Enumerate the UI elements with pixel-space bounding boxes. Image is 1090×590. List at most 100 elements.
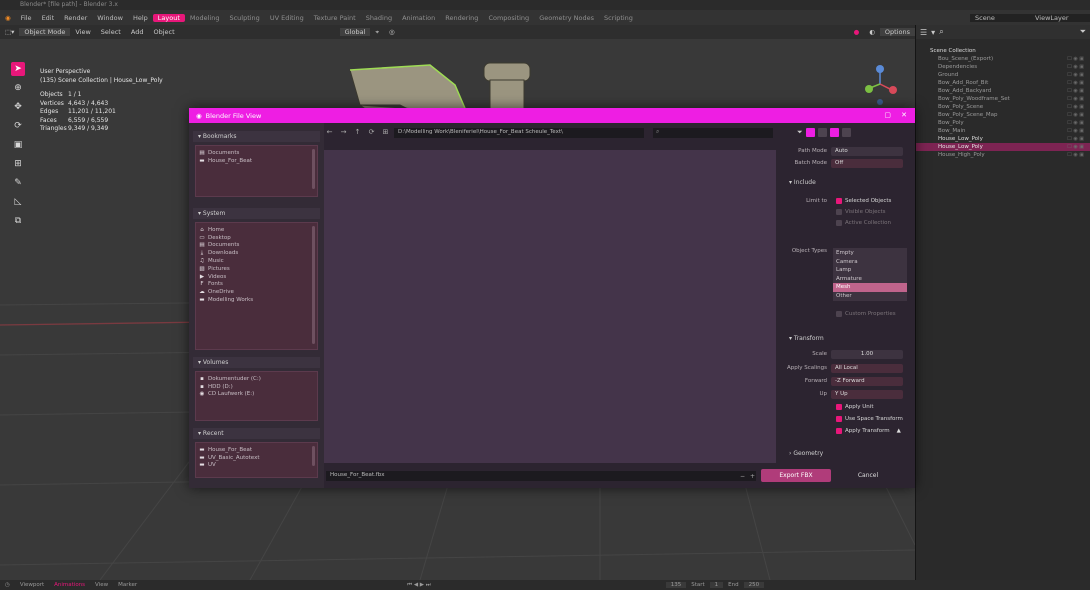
annotate-tool-icon[interactable]: ✎ bbox=[11, 176, 25, 190]
filter-icon[interactable]: ⏷ bbox=[1080, 27, 1086, 37]
decrement-icon[interactable]: − bbox=[740, 473, 745, 480]
outliner-item[interactable]: Bow_Poly_Scene ☐ ◉ ▣ bbox=[916, 103, 1090, 111]
timeline-menu-marker[interactable]: Marker bbox=[113, 582, 142, 588]
batch-mode-select[interactable]: Off bbox=[831, 158, 903, 168]
visibility-icon[interactable]: ☐ ◉ ▣ bbox=[1067, 88, 1084, 94]
back-icon[interactable]: ← bbox=[324, 128, 335, 138]
include-section-header[interactable]: ▾ Include bbox=[789, 179, 816, 186]
editor-type-icon[interactable]: ⬚▾ bbox=[0, 28, 19, 36]
parent-dir-icon[interactable]: ↑ bbox=[352, 128, 363, 138]
new-folder-icon[interactable]: ⊞ bbox=[380, 128, 391, 138]
object-type-item[interactable]: Camera bbox=[833, 258, 907, 267]
outliner-item[interactable]: Bow_Poly_Scene_Map ☐ ◉ ▣ bbox=[916, 111, 1090, 119]
outliner-root[interactable]: Scene Collection bbox=[916, 47, 1090, 55]
search-icon[interactable]: ⌕ bbox=[939, 27, 943, 37]
recent-header[interactable]: ▾ Recent bbox=[193, 428, 320, 439]
bookmarks-header[interactable]: ▾ Bookmarks bbox=[193, 131, 320, 142]
outliner-item[interactable]: Bow_Main ☐ ◉ ▣ bbox=[916, 127, 1090, 135]
directory-path-input[interactable]: D:\Modelling Work\Bleniferiel\House_For_… bbox=[394, 128, 644, 138]
start-frame[interactable]: 1 bbox=[709, 582, 724, 588]
viewport-menu-object[interactable]: Object bbox=[148, 28, 179, 36]
scene-selector[interactable]: Scene bbox=[970, 13, 1030, 22]
custom-properties-checkbox[interactable]: Custom Properties bbox=[836, 311, 896, 317]
add-cube-tool-icon[interactable]: ⧉ bbox=[11, 214, 25, 228]
active-collection-checkbox[interactable]: Active Collection bbox=[836, 220, 891, 226]
filter-icon[interactable]: ⏷ bbox=[797, 128, 803, 137]
bookmarks-item[interactable]: ▤ Documents bbox=[199, 149, 314, 157]
outliner-item[interactable]: House_Low_Poly ☐ ◉ ▣ bbox=[916, 135, 1090, 143]
visibility-icon[interactable]: ☐ ◉ ▣ bbox=[1067, 136, 1084, 142]
object-type-item[interactable]: Empty bbox=[833, 249, 907, 258]
use-space-transform-checkbox[interactable]: Use Space Transform bbox=[836, 416, 903, 422]
display-thumbnail-icon[interactable] bbox=[805, 128, 815, 137]
outliner-item[interactable]: Bow_Add_Backyard ☐ ◉ ▣ bbox=[916, 87, 1090, 95]
outliner-item[interactable]: Bou_Scene_(Export) ☐ ◉ ▣ bbox=[916, 55, 1090, 63]
system-item[interactable]: ⌂ Home bbox=[199, 226, 314, 234]
system-item[interactable]: ♫ Music bbox=[199, 257, 314, 265]
viewport-menu-select[interactable]: Select bbox=[96, 28, 126, 36]
volumes-header[interactable]: ▾ Volumes bbox=[193, 357, 320, 368]
display-mode-icon[interactable]: ▾ bbox=[931, 28, 935, 37]
outliner-item[interactable]: Ground ☐ ◉ ▣ bbox=[916, 71, 1090, 79]
path-mode-select[interactable]: Auto bbox=[831, 146, 903, 156]
increment-icon[interactable]: + bbox=[750, 473, 755, 480]
bookmarks-item[interactable]: ▬ House_For_Beat bbox=[199, 157, 314, 165]
system-item[interactable]: F Fonts bbox=[199, 281, 314, 289]
visibility-icon[interactable]: ☐ ◉ ▣ bbox=[1067, 96, 1084, 102]
forward-select[interactable]: -Z Forward bbox=[831, 376, 903, 386]
maximize-icon[interactable]: ▢ bbox=[884, 111, 891, 119]
visibility-icon[interactable]: ☐ ◉ ▣ bbox=[1067, 128, 1084, 134]
tab-compositing[interactable]: Compositing bbox=[483, 14, 534, 22]
timeline-menu-playback[interactable]: Viewport bbox=[15, 582, 49, 588]
outliner-item[interactable]: House_High_Poly ☐ ◉ ▣ bbox=[916, 151, 1090, 159]
object-type-item[interactable]: Armature bbox=[833, 275, 907, 284]
system-item[interactable]: ▧ Pictures bbox=[199, 265, 314, 273]
measure-tool-icon[interactable]: ◺ bbox=[11, 195, 25, 209]
visibility-icon[interactable]: ☐ ◉ ▣ bbox=[1067, 144, 1084, 150]
object-type-item[interactable]: Lamp bbox=[833, 266, 907, 275]
visibility-icon[interactable]: ☐ ◉ ▣ bbox=[1067, 152, 1084, 158]
transform-orientation-selector[interactable]: Global bbox=[339, 28, 371, 36]
system-header[interactable]: ▾ System bbox=[193, 208, 320, 219]
viewport-menu-add[interactable]: Add bbox=[126, 28, 149, 36]
tab-animation[interactable]: Animation bbox=[397, 14, 440, 22]
system-item[interactable]: ▬ Modelling Works bbox=[199, 296, 314, 304]
tab-geometry-nodes[interactable]: Geometry Nodes bbox=[534, 14, 599, 22]
visibility-icon[interactable]: ☐ ◉ ▣ bbox=[1067, 72, 1084, 78]
timeline-menu-animations[interactable]: Animations bbox=[49, 582, 90, 588]
shading-material-icon[interactable]: ◐ bbox=[864, 28, 880, 36]
proportional-edit-icon[interactable]: ◎ bbox=[384, 28, 400, 36]
menu-edit[interactable]: Edit bbox=[37, 14, 60, 22]
transform-section-header[interactable]: ▾ Transform bbox=[789, 335, 824, 342]
outliner-item[interactable]: Bow_Poly_Woodframe_Set ☐ ◉ ▣ bbox=[916, 95, 1090, 103]
close-icon[interactable]: ✕ bbox=[901, 111, 907, 119]
refresh-icon[interactable]: ⟳ bbox=[366, 128, 377, 138]
export-button[interactable]: Export FBX bbox=[761, 469, 831, 482]
file-search-input[interactable]: ⌕ bbox=[653, 128, 773, 138]
up-select[interactable]: Y Up bbox=[831, 389, 903, 399]
options-button[interactable]: Options bbox=[879, 28, 915, 36]
visibility-icon[interactable]: ☐ ◉ ▣ bbox=[1067, 56, 1084, 62]
volumes-item[interactable]: ▪ Dokumentuder (C:) bbox=[199, 375, 314, 383]
navigation-gizmo[interactable] bbox=[862, 62, 902, 112]
timeline-menu-view[interactable]: View bbox=[90, 582, 113, 588]
cancel-button[interactable]: Cancel bbox=[837, 469, 899, 482]
current-frame[interactable]: 135 bbox=[665, 582, 687, 588]
scrollbar[interactable] bbox=[312, 149, 315, 189]
view-layer-selector[interactable]: ViewLayer bbox=[1030, 13, 1090, 22]
menu-file[interactable]: File bbox=[16, 14, 37, 22]
menu-window[interactable]: Window bbox=[92, 14, 128, 22]
scale-field[interactable]: 1.00 bbox=[831, 349, 903, 359]
playback-controls-icon[interactable]: ⏮ ◀ ▶ ⏭ bbox=[402, 582, 436, 589]
visibility-icon[interactable]: ☐ ◉ ▣ bbox=[1067, 104, 1084, 110]
shading-solid-icon[interactable]: ● bbox=[849, 28, 865, 36]
end-frame[interactable]: 250 bbox=[743, 582, 765, 588]
file-name-input[interactable]: House_For_Beat.fbx bbox=[326, 471, 756, 481]
apply-unit-checkbox[interactable]: Apply Unit bbox=[836, 404, 873, 410]
visible-objects-checkbox[interactable]: Visible Objects bbox=[836, 209, 886, 215]
scrollbar[interactable] bbox=[312, 226, 315, 344]
tab-rendering[interactable]: Rendering bbox=[440, 14, 483, 22]
visibility-icon[interactable]: ☐ ◉ ▣ bbox=[1067, 112, 1084, 118]
volumes-item[interactable]: ▪ HDD (D:) bbox=[199, 383, 314, 391]
scrollbar[interactable] bbox=[312, 446, 315, 466]
